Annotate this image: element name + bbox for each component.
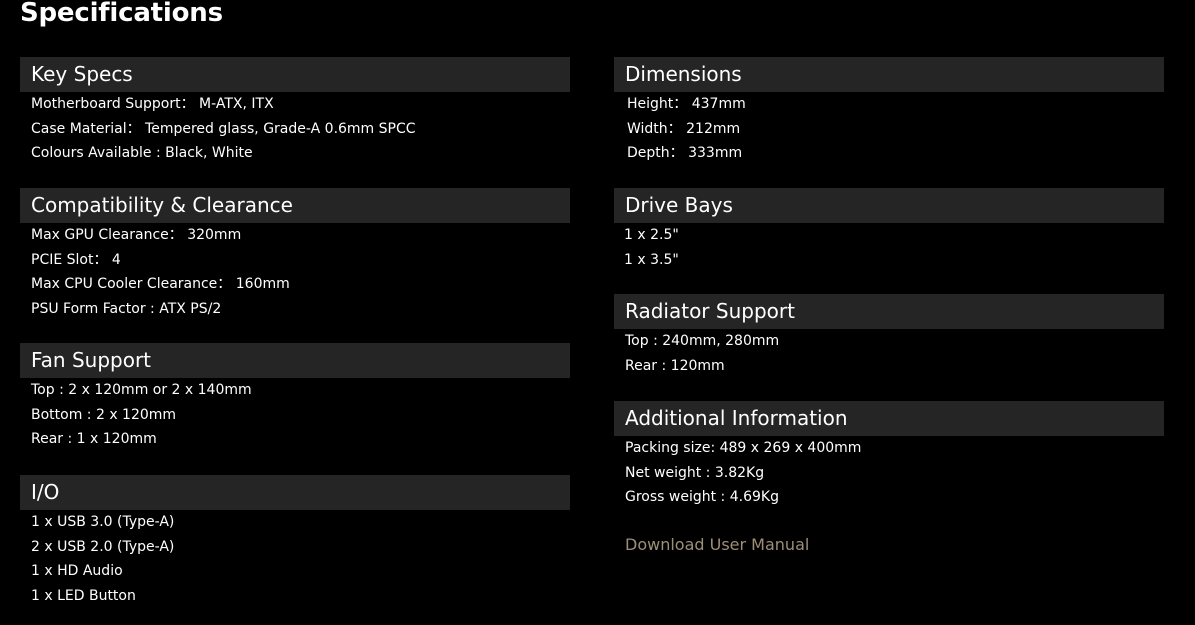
spec-item: 1 x 3.5" [624, 251, 679, 268]
spec-item: 2 x USB 2.0 (Type-A) [31, 538, 175, 555]
spec-list-key-specs: Motherboard Support： M-ATX, ITX Case Mat… [20, 92, 570, 166]
spec-item: 1 x 2.5" [624, 227, 679, 243]
spec-item: PCIE Slot： 4 [31, 251, 121, 268]
spec-item: Net weight : 3.82Kg [625, 464, 765, 481]
section-key-specs: Key Specs Motherboard Support： M-ATX, IT… [20, 57, 570, 166]
spec-item: 1 x HD Audio [31, 563, 123, 580]
section-radiator-support: Radiator Support Top : 240mm, 280mm Rear… [614, 294, 1164, 378]
spec-item: 1 x LED Button [31, 587, 136, 604]
spec-list-compatibility-clearance: Max GPU Clearance： 320mm PCIE Slot： 4 Ma… [20, 223, 570, 321]
spec-list-drive-bays: 1 x 2.5" 1 x 3.5" [614, 223, 1164, 272]
section-io: I/O 1 x USB 3.0 (Type-A) 2 x USB 2.0 (Ty… [20, 475, 570, 608]
download-user-manual-link[interactable]: Download User Manual [625, 533, 809, 557]
spec-item: Height： 437mm [627, 96, 746, 112]
section-header-dimensions: Dimensions [614, 57, 1164, 92]
spec-item: Motherboard Support： M-ATX, ITX [31, 96, 274, 112]
spec-item: Bottom : 2 x 120mm [31, 406, 177, 423]
spec-list-dimensions: Height： 437mm Width： 212mm Depth： 333mm [614, 92, 1164, 166]
spec-list-radiator-support: Top : 240mm, 280mm Rear : 120mm [614, 329, 1164, 378]
page-title: Specifications [20, 0, 223, 28]
section-header-fan-support: Fan Support [20, 343, 570, 378]
spec-item: Gross weight : 4.69Kg [625, 489, 779, 506]
spec-item: Max CPU Cooler Clearance： 160mm [31, 276, 290, 293]
spec-item: Top : 240mm, 280mm [625, 333, 780, 349]
section-drive-bays: Drive Bays 1 x 2.5" 1 x 3.5" [614, 188, 1164, 272]
spec-item: Top : 2 x 120mm or 2 x 140mm [31, 382, 252, 398]
section-header-key-specs: Key Specs [20, 57, 570, 92]
spec-item: Rear : 120mm [625, 357, 725, 374]
spec-item: Packing size: 489 x 269 x 400mm [625, 440, 862, 456]
section-additional-information: Additional Information Packing size: 489… [614, 401, 1164, 510]
section-fan-support: Fan Support Top : 2 x 120mm or 2 x 140mm… [20, 343, 570, 452]
spec-item: Width： 212mm [627, 120, 741, 137]
section-compatibility-clearance: Compatibility & Clearance Max GPU Cleara… [20, 188, 570, 321]
section-header-io: I/O [20, 475, 570, 510]
section-header-additional-information: Additional Information [614, 401, 1164, 436]
spec-item: Max GPU Clearance： 320mm [31, 227, 242, 243]
spec-item: 1 x USB 3.0 (Type-A) [31, 514, 175, 530]
section-dimensions: Dimensions Height： 437mm Width： 212mm De… [614, 57, 1164, 166]
spec-item: Colours Available : Black, White [31, 145, 253, 162]
spec-list-io: 1 x USB 3.0 (Type-A) 2 x USB 2.0 (Type-A… [20, 510, 570, 608]
section-header-radiator-support: Radiator Support [614, 294, 1164, 329]
spec-item: Case Material： Tempered glass, Grade-A 0… [31, 120, 416, 137]
spec-item: PSU Form Factor : ATX PS/2 [31, 300, 222, 317]
section-header-drive-bays: Drive Bays [614, 188, 1164, 223]
section-header-compatibility-clearance: Compatibility & Clearance [20, 188, 570, 223]
spec-list-fan-support: Top : 2 x 120mm or 2 x 140mm Bottom : 2 … [20, 378, 570, 452]
spec-item: Rear : 1 x 120mm [31, 431, 157, 448]
specifications-page: Specifications Key Specs Motherboard Sup… [0, 0, 1195, 625]
spec-list-additional-information: Packing size: 489 x 269 x 400mm Net weig… [614, 436, 1164, 510]
spec-item: Depth： 333mm [627, 145, 743, 162]
